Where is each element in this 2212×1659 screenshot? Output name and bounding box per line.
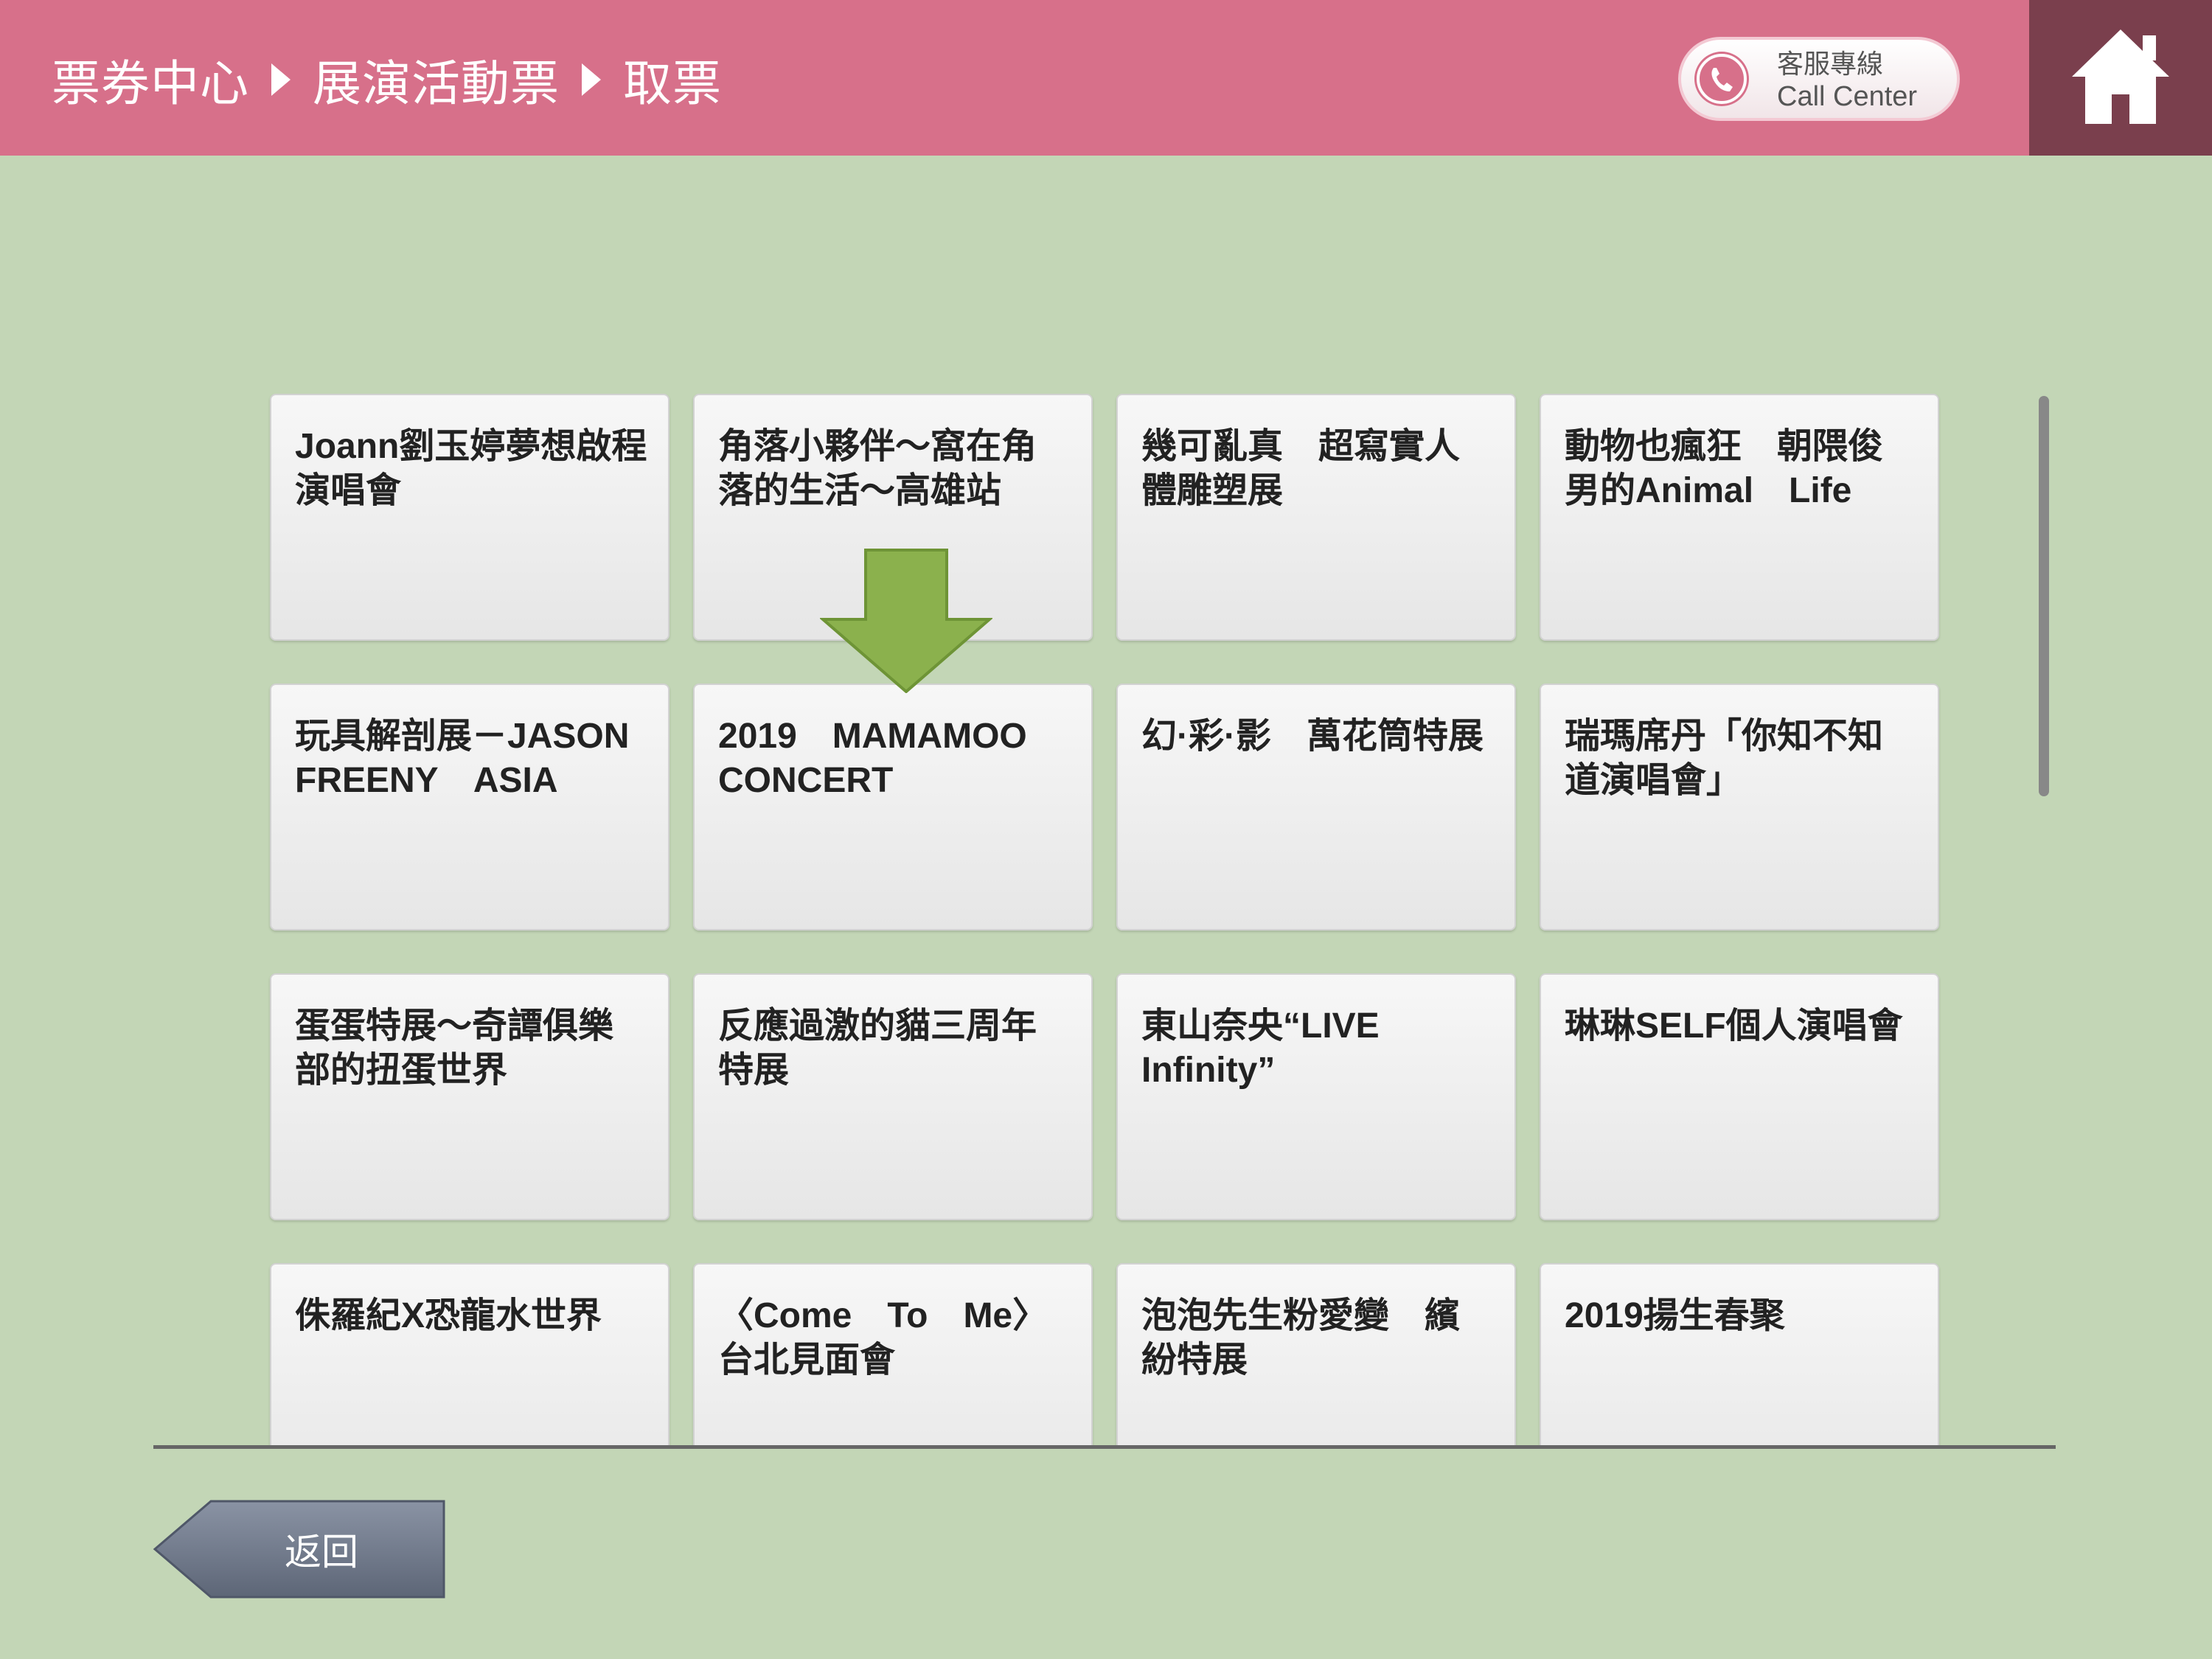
event-card-label: 玩具解剖展－JASON FREENY ASIA <box>295 717 639 800</box>
event-card[interactable]: 琳琳SELF個人演唱會 <box>1540 973 1939 1220</box>
header-bar: 票券中心 展演活動票 取票 客服專線 Call Center <box>0 0 2212 156</box>
back-button-label: 返回 <box>285 1531 358 1573</box>
event-card-label: 動物也瘋狂 朝隈俊男的Animal Life <box>1565 427 1884 510</box>
event-card[interactable]: 幾可亂真 超寫實人體雕塑展 <box>1116 394 1516 641</box>
breadcrumb-current: 取票 <box>623 55 722 112</box>
scrollbar-thumb[interactable] <box>2039 396 2049 796</box>
event-card[interactable]: 泡泡先生粉愛變 繽紛特展 <box>1116 1263 1516 1447</box>
call-center-button[interactable]: 客服專線 Call Center <box>1678 37 1960 121</box>
event-card-label: 反應過激的貓三周年特展 <box>718 1006 1037 1090</box>
event-card[interactable]: 瑞瑪席丹「你知不知道演唱會」 <box>1540 684 1939 931</box>
event-card-label: 幾可亂真 超寫實人體雕塑展 <box>1141 427 1461 510</box>
back-button[interactable]: 返回 <box>152 1497 448 1601</box>
event-card[interactable]: 幻·彩·影 萬花筒特展 <box>1116 684 1516 931</box>
down-arrow-icon <box>820 549 992 693</box>
breadcrumb-item[interactable]: 票券中心 <box>52 44 249 115</box>
event-card-label: 東山奈央“LIVE Infinity” <box>1141 1006 1390 1090</box>
event-card[interactable]: 玩具解剖展－JASON FREENY ASIA <box>270 684 669 931</box>
event-card-label: 蛋蛋特展～奇譚俱樂部的扭蛋世界 <box>295 1006 614 1090</box>
breadcrumb-separator-icon <box>271 63 291 96</box>
event-card[interactable]: 反應過激的貓三周年特展 <box>693 973 1093 1220</box>
event-card-label: 角落小夥伴～窩在角落的生活～高雄站 <box>718 427 1037 510</box>
breadcrumb-item[interactable]: 展演活動票 <box>313 44 560 115</box>
event-card[interactable]: 東山奈央“LIVE Infinity” <box>1116 973 1516 1220</box>
breadcrumb: 票券中心 展演活動票 取票 <box>52 43 722 116</box>
footer-divider <box>153 1445 2056 1449</box>
call-center-title: 客服專線 <box>1777 49 1884 80</box>
event-card-label: 2019揚生春聚 <box>1565 1296 1785 1335</box>
event-card[interactable]: 蛋蛋特展～奇譚俱樂部的扭蛋世界 <box>270 973 669 1220</box>
event-grid: Joann劉玉婷夢想啟程演唱會 角落小夥伴～窩在角落的生活～高雄站 幾可亂真 超… <box>0 383 2212 1447</box>
event-card[interactable]: 2019揚生春聚 <box>1540 1263 1939 1447</box>
call-center-subtitle: Call Center <box>1777 81 1918 112</box>
event-card-label: 泡泡先生粉愛變 繽紛特展 <box>1141 1296 1461 1380</box>
event-card-label: 侏羅紀X恐龍水世界 <box>295 1296 602 1335</box>
phone-icon <box>1694 52 1749 106</box>
event-card[interactable]: 2019 MAMAMOO CONCERT <box>693 684 1093 931</box>
event-card-label: 2019 MAMAMOO CONCERT <box>718 717 1037 800</box>
event-card[interactable]: Joann劉玉婷夢想啟程演唱會 <box>270 394 669 641</box>
event-card-label: 琳琳SELF個人演唱會 <box>1565 1006 1903 1046</box>
event-card[interactable]: 〈Come To Me〉台北見面會 <box>693 1263 1093 1447</box>
event-card-label: 瑞瑪席丹「你知不知道演唱會」 <box>1565 717 1884 800</box>
event-card-label: 〈Come To Me〉台北見面會 <box>718 1296 1048 1380</box>
breadcrumb-separator-icon <box>582 63 601 96</box>
event-card[interactable]: 動物也瘋狂 朝隈俊男的Animal Life <box>1540 394 1939 641</box>
event-card-label: Joann劉玉婷夢想啟程演唱會 <box>295 427 647 510</box>
home-button[interactable] <box>2029 0 2212 156</box>
event-card-label: 幻·彩·影 萬花筒特展 <box>1141 717 1484 756</box>
event-card[interactable]: 侏羅紀X恐龍水世界 <box>270 1263 669 1447</box>
home-icon <box>2072 29 2169 124</box>
